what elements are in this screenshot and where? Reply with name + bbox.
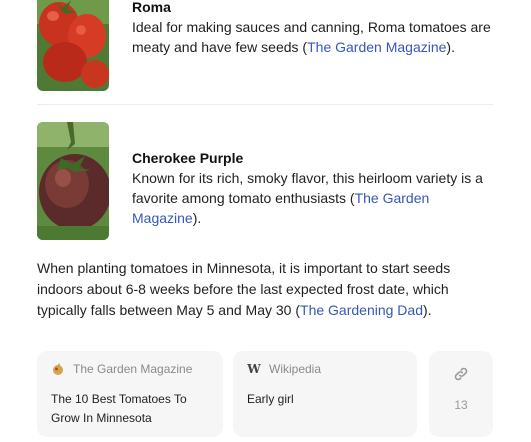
link-icon [452,365,470,388]
wikipedia-icon: W [247,362,261,376]
variety-name: Cherokee Purple [132,150,244,166]
sources-count: 13 [454,398,468,412]
source-card-header: W Wikipedia [247,361,403,377]
roma-tomato-image[interactable] [37,0,109,91]
cherokee-purple-tomato-image[interactable] [37,122,109,240]
divider [37,104,493,105]
source-site-name: Wikipedia [269,362,322,376]
source-card[interactable]: W Wikipedia Early girl [233,351,417,437]
source-title: Early girl [247,392,294,406]
source-title: The 10 Best Tomatoes To Grow In Minnesot… [51,392,187,425]
source-site-name: The Garden Magazine [73,362,193,376]
variety-description: Ideal for making sauces and canning, Rom… [132,19,491,55]
variety-cherokee-purple: Cherokee Purple Known for its rich, smok… [132,148,502,228]
more-sources-button[interactable]: 13 [429,351,493,437]
citation-link[interactable]: The Gardening Dad [300,302,423,318]
planting-paragraph: When planting tomatoes in Minnesota, it … [37,260,451,318]
variety-roma: Roma Ideal for making sauces and canning… [132,0,502,57]
variety-description: Known for its rich, smoky flavor, this h… [132,170,483,226]
citation-link[interactable]: The Garden Magazine [307,39,446,55]
garden-magazine-icon [51,362,65,376]
variety-name: Roma [132,0,171,15]
source-card[interactable]: The Garden Magazine The 10 Best Tomatoes… [37,351,223,437]
source-card-header: The Garden Magazine [51,361,209,377]
